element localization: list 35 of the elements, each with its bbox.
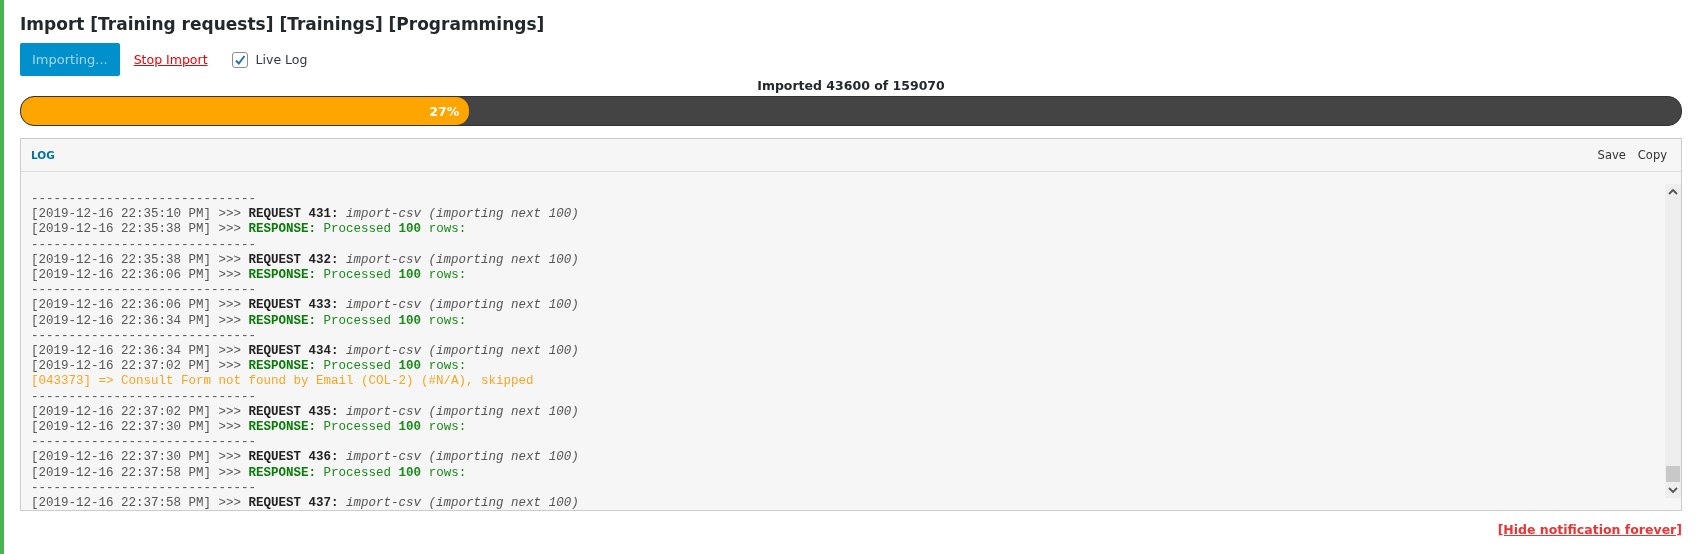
stop-import-link[interactable]: Stop Import <box>133 52 208 67</box>
separator-line: ------------------------------ <box>31 192 257 208</box>
log-line: [2019-12-16 22:35:38 PM] >>> RESPONSE: Processed 100 rows: <box>31 222 467 238</box>
log-line: [2019-12-16 22:37:02 PM] >>> REQUEST 435: import-csv (importing next 100) <box>31 404 579 421</box>
log-line: [2019-12-16 22:36:06 PM] >>> REQUEST 433: import-csv (importing next 100) <box>31 298 579 314</box>
log-line: [2019-12-16 22:37:58 PM] >>> REQUEST 437: import-csv (importing next 100) <box>31 496 579 510</box>
scroll-up-icon[interactable] <box>1668 188 1678 196</box>
scrollbar[interactable] <box>1665 184 1681 498</box>
hide-notification-link[interactable]: [Hide notification forever] <box>1497 522 1682 537</box>
warning-line: [043373] => Consult Form not found by Email (COL-2) (#N/A), skipped <box>31 374 534 390</box>
log-line: [2019-12-16 22:37:30 PM] >>> REQUEST 436: import-csv (importing next 100) <box>31 450 579 466</box>
page-title: Import [Training requests] [Trainings] [Programmings] <box>20 14 546 34</box>
log-line: [2019-12-16 22:36:06 PM] >>> RESPONSE: Processed 100 rows: <box>31 268 467 284</box>
scrollbar-thumb[interactable] <box>1666 466 1680 482</box>
separator-line: ------------------------------ <box>31 237 257 253</box>
log-action-link[interactable]: Copy <box>1637 148 1667 162</box>
progress-caption: Imported 43600 of 159070 <box>756 78 946 93</box>
log-line: [2019-12-16 22:36:34 PM] >>> RESPONSE: Processed 100 rows: <box>31 313 467 329</box>
log-line: [2019-12-16 22:37:02 PM] >>> RESPONSE: Processed 100 rows: <box>31 359 467 375</box>
log-line: [2019-12-16 22:35:10 PM] >>> REQUEST 431: import-csv (importing next 100) <box>31 207 579 223</box>
log-action-link[interactable]: Save <box>1597 148 1626 162</box>
log-title: LOG <box>31 149 56 161</box>
log-line: [2019-12-16 22:37:30 PM] >>> RESPONSE: Processed 100 rows: <box>31 420 467 436</box>
log-line: [2019-12-16 22:37:58 PM] >>> RESPONSE: Processed 100 rows: <box>31 465 467 481</box>
scroll-down-icon[interactable] <box>1668 486 1678 494</box>
progress-fill: 27% <box>21 97 470 125</box>
separator-line: ------------------------------ <box>31 283 257 299</box>
live-log-checkbox[interactable] <box>231 51 248 68</box>
live-log-label: Live Log <box>255 52 308 67</box>
log-line: [2019-12-16 22:35:38 PM] >>> REQUEST 432: import-csv (importing next 100) <box>31 252 579 268</box>
separator-line: ------------------------------ <box>31 435 257 451</box>
separator-line: ------------------------------ <box>31 328 257 345</box>
log-line: [2019-12-16 22:36:34 PM] >>> REQUEST 434: import-csv (importing next 100) <box>31 344 579 360</box>
separator-line: ------------------------------ <box>31 389 257 405</box>
separator-line: ------------------------------ <box>31 480 257 497</box>
